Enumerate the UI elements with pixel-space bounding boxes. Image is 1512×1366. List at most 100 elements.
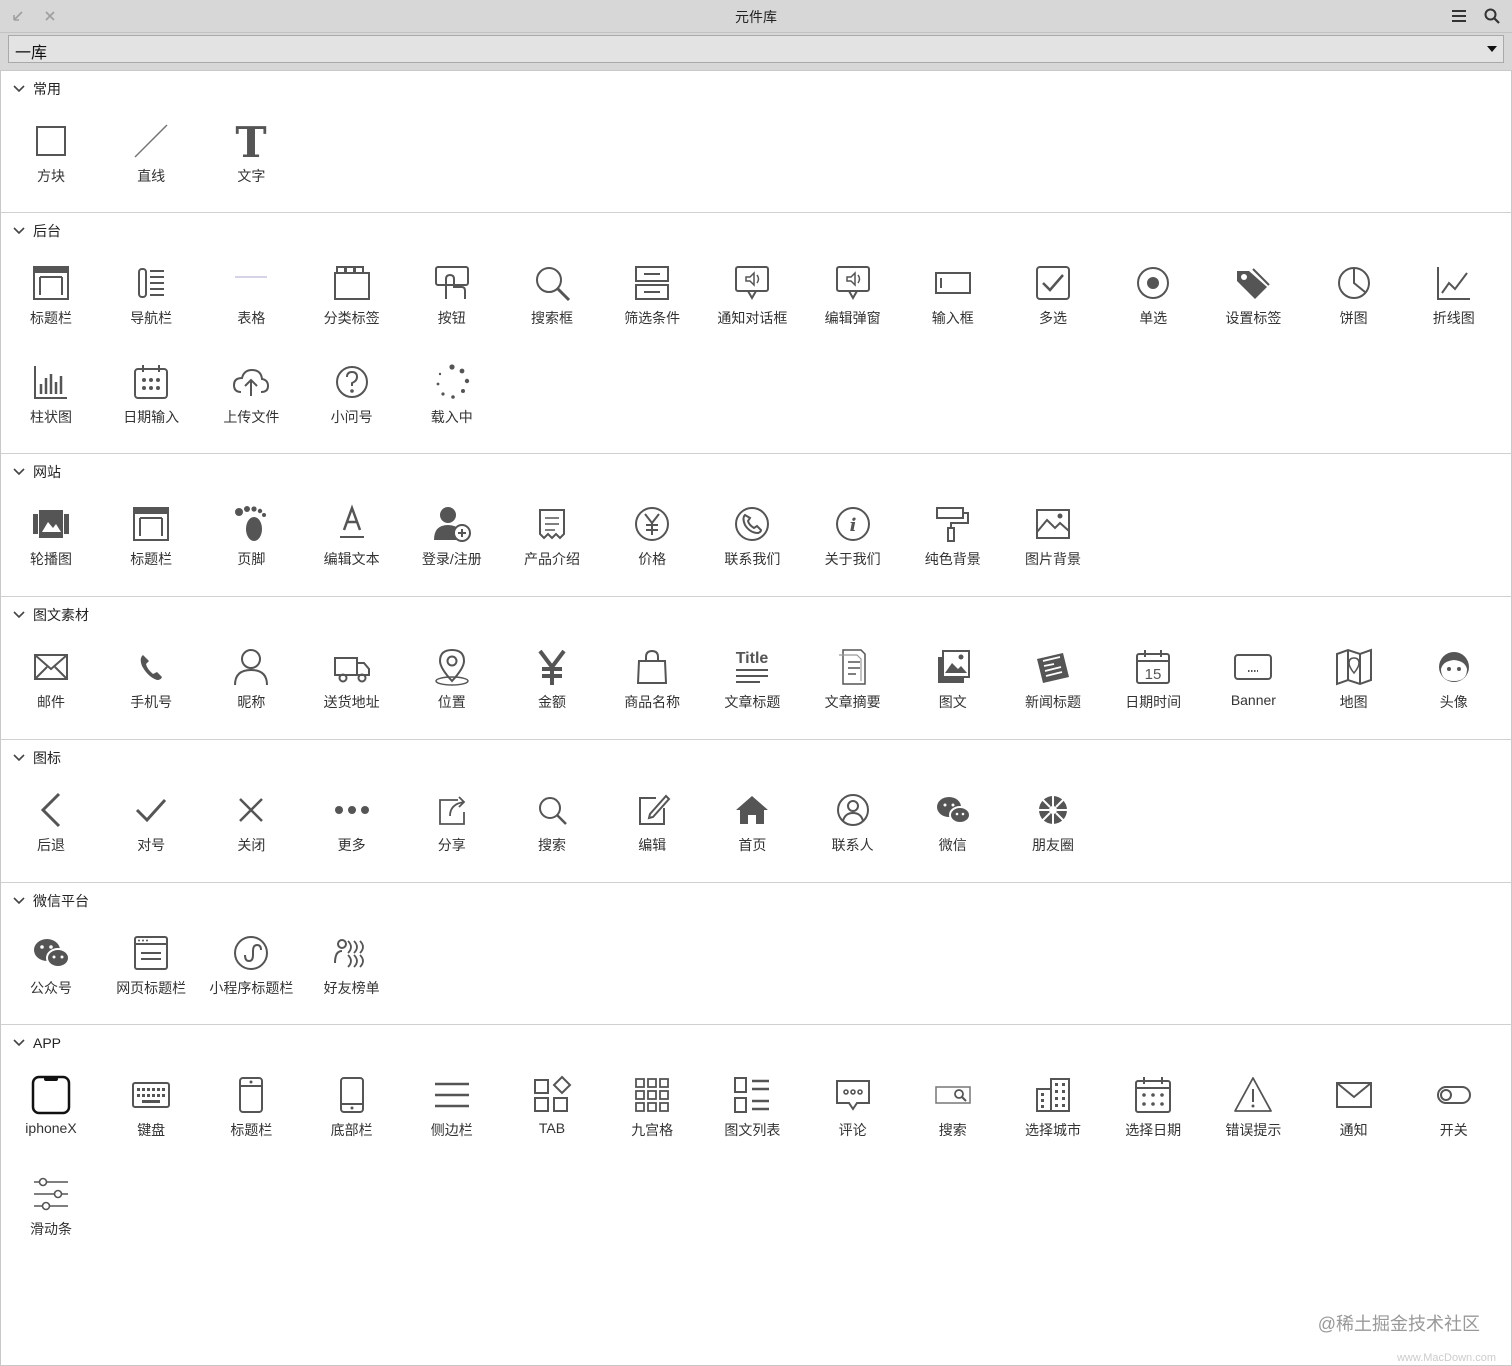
- component-item[interactable]: 单选: [1103, 253, 1203, 343]
- component-item[interactable]: 上传文件: [201, 352, 301, 442]
- component-item[interactable]: 昵称: [201, 637, 301, 727]
- component-item[interactable]: 图片背景: [1003, 494, 1103, 584]
- component-item[interactable]: 开关: [1404, 1065, 1504, 1155]
- component-item[interactable]: 联系我们: [702, 494, 802, 584]
- search-window-icon[interactable]: [1480, 4, 1504, 28]
- component-item[interactable]: 表格: [201, 253, 301, 343]
- component-item[interactable]: Title 文章标题: [702, 637, 802, 727]
- component-item[interactable]: 头像: [1404, 637, 1504, 727]
- component-item[interactable]: 地图: [1304, 637, 1404, 727]
- component-item[interactable]: 搜索: [903, 1065, 1003, 1155]
- component-item[interactable]: i 关于我们: [803, 494, 903, 584]
- component-item[interactable]: 15 日期时间: [1103, 637, 1203, 727]
- component-item[interactable]: iphoneX: [1, 1065, 101, 1155]
- component-item[interactable]: 手机号: [101, 637, 201, 727]
- component-item[interactable]: 纯色背景: [903, 494, 1003, 584]
- component-item[interactable]: 小问号: [302, 352, 402, 442]
- component-item[interactable]: 键盘: [101, 1065, 201, 1155]
- component-item[interactable]: 编辑弹窗: [803, 253, 903, 343]
- wechat-official-icon: [31, 933, 71, 973]
- component-item[interactable]: 朋友圈: [1003, 780, 1103, 870]
- component-item[interactable]: 通知: [1304, 1065, 1404, 1155]
- component-item[interactable]: 对号: [101, 780, 201, 870]
- section-header[interactable]: 微信平台: [13, 891, 89, 911]
- section-header[interactable]: 图标: [13, 748, 61, 768]
- component-item[interactable]: 评论: [803, 1065, 903, 1155]
- component-item[interactable]: Banner: [1203, 637, 1303, 727]
- component-item[interactable]: 联系人: [803, 780, 903, 870]
- component-item[interactable]: 登录/注册: [402, 494, 502, 584]
- component-item[interactable]: 页脚: [201, 494, 301, 584]
- component-item[interactable]: 选择城市: [1003, 1065, 1103, 1155]
- component-item[interactable]: 标题栏: [101, 494, 201, 584]
- component-item[interactable]: 筛选条件: [602, 253, 702, 343]
- component-item[interactable]: 首页: [702, 780, 802, 870]
- component-item[interactable]: 位置: [402, 637, 502, 727]
- component-item[interactable]: TAB: [502, 1065, 602, 1155]
- component-item[interactable]: 标题栏: [201, 1065, 301, 1155]
- section-header[interactable]: 常用: [13, 79, 61, 99]
- component-item[interactable]: 好友榜单: [302, 923, 402, 1013]
- section-title: 网站: [33, 464, 61, 480]
- component-item[interactable]: 直线: [101, 111, 201, 201]
- component-item[interactable]: 商品名称: [602, 637, 702, 727]
- component-item[interactable]: 更多: [302, 780, 402, 870]
- component-item[interactable]: 底部栏: [302, 1065, 402, 1155]
- section-title: 微信平台: [33, 893, 89, 909]
- component-item[interactable]: 关闭: [201, 780, 301, 870]
- component-item[interactable]: 滑动条: [1, 1164, 101, 1254]
- component-item[interactable]: 邮件: [1, 637, 101, 727]
- component-item[interactable]: 价格: [602, 494, 702, 584]
- component-item[interactable]: 输入框: [903, 253, 1003, 343]
- component-item[interactable]: 编辑: [602, 780, 702, 870]
- component-item[interactable]: 折线图: [1404, 253, 1504, 343]
- component-item[interactable]: 小程序标题栏: [201, 923, 301, 1013]
- component-item[interactable]: 导航栏: [101, 253, 201, 343]
- component-item[interactable]: 图文列表: [702, 1065, 802, 1155]
- component-item[interactable]: 图文: [903, 637, 1003, 727]
- section-header[interactable]: APP: [13, 1033, 61, 1053]
- component-item[interactable]: 后退: [1, 780, 101, 870]
- line-chart-icon: [1434, 263, 1474, 303]
- component-item[interactable]: 文章摘要: [803, 637, 903, 727]
- component-item[interactable]: 日期输入: [101, 352, 201, 442]
- component-item[interactable]: 分类标签: [302, 253, 402, 343]
- component-label: 商品名称: [624, 694, 681, 710]
- component-item[interactable]: 送货地址: [302, 637, 402, 727]
- calendar-select-icon: [1133, 1075, 1173, 1115]
- component-item[interactable]: 产品介绍: [502, 494, 602, 584]
- component-item[interactable]: 标题栏: [1, 253, 101, 343]
- component-item[interactable]: 分享: [402, 780, 502, 870]
- component-item[interactable]: 侧边栏: [402, 1065, 502, 1155]
- library-select[interactable]: 一库: [8, 35, 1504, 63]
- paint-roller-icon: [933, 504, 973, 544]
- component-item[interactable]: 载入中: [402, 352, 502, 442]
- component-item[interactable]: 轮播图: [1, 494, 101, 584]
- section-header[interactable]: 后台: [13, 221, 61, 241]
- component-item[interactable]: 编辑文本: [302, 494, 402, 584]
- component-item[interactable]: 新闻标题: [1003, 637, 1103, 727]
- component-item[interactable]: 设置标签: [1203, 253, 1303, 343]
- component-item[interactable]: 按钮: [402, 253, 502, 343]
- component-item[interactable]: 方块: [1, 111, 101, 201]
- component-item[interactable]: 选择日期: [1103, 1065, 1203, 1155]
- component-label: 编辑: [638, 837, 667, 853]
- component-item[interactable]: 饼图: [1304, 253, 1404, 343]
- component-item[interactable]: 微信: [903, 780, 1003, 870]
- section-header[interactable]: 网站: [13, 462, 61, 482]
- component-item[interactable]: 错误提示: [1203, 1065, 1303, 1155]
- component-item[interactable]: T 文字: [201, 111, 301, 201]
- component-item[interactable]: 金额: [502, 637, 602, 727]
- component-item[interactable]: 公众号: [1, 923, 101, 1013]
- component-item[interactable]: 搜索框: [502, 253, 602, 343]
- component-item[interactable]: 柱状图: [1, 352, 101, 442]
- component-item[interactable]: 通知对话框: [702, 253, 802, 343]
- menu-icon[interactable]: [1447, 4, 1471, 28]
- component-item[interactable]: 九宫格: [602, 1065, 702, 1155]
- section-header[interactable]: 图文素材: [13, 605, 89, 625]
- component-item[interactable]: 网页标题栏: [101, 923, 201, 1013]
- component-label: 日期时间: [1125, 694, 1182, 710]
- component-item[interactable]: 多选: [1003, 253, 1103, 343]
- question-icon: [332, 362, 372, 402]
- component-item[interactable]: 搜索: [502, 780, 602, 870]
